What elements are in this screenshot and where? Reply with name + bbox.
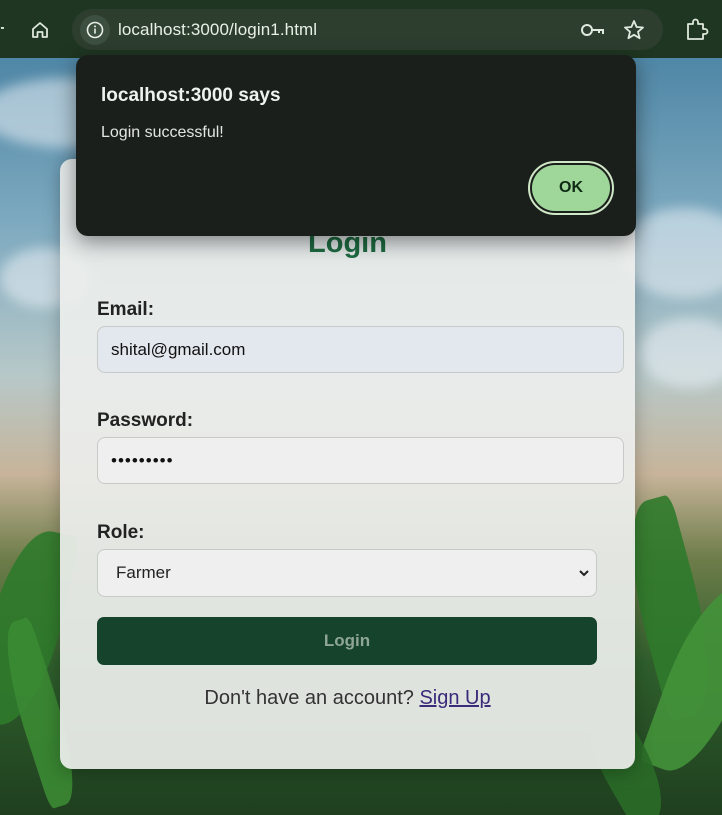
role-label: Role: [97, 522, 145, 543]
ok-button-label: OK [532, 165, 610, 211]
ok-button[interactable]: OK [528, 161, 614, 215]
alert-dialog: localhost:3000 says Login successful! OK [76, 55, 636, 236]
signup-link[interactable]: Sign Up [419, 687, 490, 709]
browser-toolbar: ➔ localhost:3000/login1.html [0, 0, 722, 58]
home-button[interactable] [26, 16, 54, 44]
role-select-value: Farmer [116, 563, 171, 582]
password-field[interactable]: ••••••••• [97, 437, 624, 484]
login-card: Login Email: shital@gmail.com Password: … [60, 159, 635, 769]
key-icon[interactable] [580, 19, 606, 41]
signup-prompt: Don't have an account? Sign Up [60, 687, 635, 710]
url-text[interactable]: localhost:3000/login1.html [118, 20, 317, 40]
dialog-title: localhost:3000 says [101, 85, 281, 106]
dialog-message: Login successful! [101, 124, 224, 141]
bookmark-star-icon[interactable] [622, 18, 646, 42]
email-label: Email: [97, 299, 155, 320]
chevron-down-icon [579, 570, 589, 577]
extensions-icon[interactable] [682, 15, 710, 43]
role-select[interactable]: Farmer [97, 549, 597, 597]
info-icon [86, 21, 104, 39]
home-icon [32, 22, 48, 38]
forward-icon[interactable]: ➔ [0, 18, 4, 38]
password-label: Password: [97, 410, 194, 431]
signup-prompt-text: Don't have an account? [204, 687, 414, 709]
login-button[interactable]: Login [97, 617, 597, 665]
address-bar[interactable]: localhost:3000/login1.html [72, 9, 663, 50]
site-info-button[interactable] [80, 15, 110, 45]
email-field[interactable]: shital@gmail.com [97, 326, 624, 373]
